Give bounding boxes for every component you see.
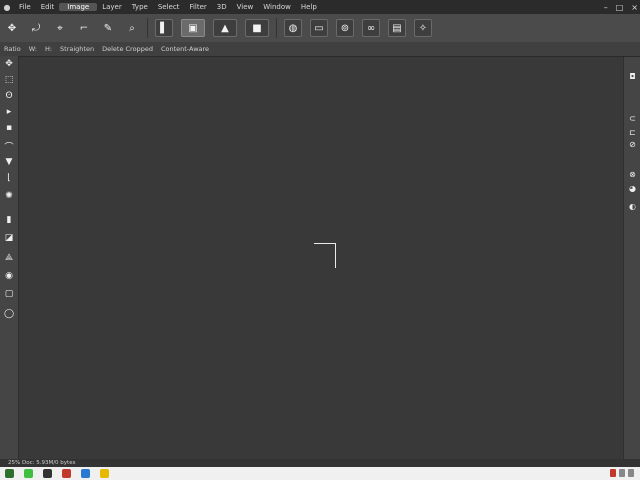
layers-icon[interactable]: ⊘: [626, 139, 639, 149]
system-tray: [610, 469, 634, 477]
adjustments-icon[interactable]: ⊏: [626, 127, 639, 137]
marquee-icon[interactable]: ⬚: [2, 74, 16, 86]
taskbar-app-icon[interactable]: [24, 469, 33, 478]
tool-options-bar: Ratio W: H: Straighten Delete Cropped Content…: [0, 42, 640, 57]
history-icon[interactable]: ▮: [2, 214, 16, 226]
align-icon[interactable]: ▌: [155, 19, 173, 37]
lasso-icon[interactable]: ʘ: [2, 90, 16, 102]
taskbar-app-icon[interactable]: [43, 469, 52, 478]
toolbar-separator: [147, 18, 148, 38]
tool-option-w[interactable]: W:: [25, 45, 41, 53]
menu-help[interactable]: Help: [296, 3, 322, 11]
menu-bar: ● File Edit Image Layer Type Select Filter 3D Vi…: [0, 0, 640, 14]
tool-option-delete-cropped[interactable]: Delete Cropped: [98, 45, 157, 53]
pen-icon[interactable]: ▢: [2, 288, 16, 300]
menu-image[interactable]: Image: [59, 3, 98, 11]
gradient-icon[interactable]: ⟁: [2, 252, 16, 264]
eraser-icon[interactable]: ◪: [2, 232, 16, 244]
tools-panel: ✥ ⬚ ʘ ▸ ▪ ⌒ ▼ ⌊ ✺ ▮ ◪ ⟁ ◉ ▢ ◯: [0, 56, 19, 459]
move-icon[interactable]: ✥: [2, 58, 16, 70]
warp-icon[interactable]: ⌐: [76, 20, 92, 36]
options-bar: ✥ ⤾ ⌖ ⌐ ✎ ⌕ ▌ ▣ ▲ ■ ◍ ▭ ⊚ ∞ ▤ ✧: [0, 14, 640, 43]
swatches-icon[interactable]: ⊂: [626, 113, 639, 123]
tray-icon[interactable]: [628, 469, 634, 477]
lock-icon[interactable]: ⊚: [336, 19, 354, 37]
maximize-button[interactable]: □: [616, 3, 624, 12]
mountain-icon[interactable]: ▲: [213, 19, 237, 37]
toolbar-separator: [276, 18, 277, 38]
puppet-icon[interactable]: ✎: [100, 20, 116, 36]
menu-window[interactable]: Window: [258, 3, 296, 11]
history-panel-icon[interactable]: ◐: [626, 201, 639, 211]
crop-icon[interactable]: ▪: [2, 122, 16, 134]
brush-icon[interactable]: ⌊: [2, 172, 16, 184]
taskbar-app-icon[interactable]: [62, 469, 71, 478]
tool-option-h[interactable]: H:: [41, 45, 56, 53]
shape-icon[interactable]: ◯: [2, 308, 16, 320]
tool-option-straighten[interactable]: Straighten: [56, 45, 98, 53]
panel-icon[interactable]: ▭: [310, 19, 328, 37]
taskbar-app-icon[interactable]: [100, 469, 109, 478]
status-bar: 25% Doc: 5.93M/0 bytes: [0, 459, 640, 467]
eyedropper-icon[interactable]: ⌒: [2, 140, 16, 153]
menu-items: File Edit Image Layer Type Select Filter 3D View…: [14, 3, 322, 11]
menu-filter[interactable]: Filter: [184, 3, 211, 11]
rect-dark-icon[interactable]: ■: [245, 19, 269, 37]
crop-cursor-horizontal: [314, 243, 335, 244]
tray-icon[interactable]: [610, 469, 616, 477]
quick-select-icon[interactable]: ▸: [2, 106, 16, 118]
rotate-icon[interactable]: ⤾: [28, 20, 44, 36]
frame-icon[interactable]: ▣: [181, 19, 205, 37]
screen-icon[interactable]: ▤: [388, 19, 406, 37]
taskbar-app-icon[interactable]: [5, 469, 14, 478]
os-taskbar: [0, 467, 640, 480]
menu-edit[interactable]: Edit: [36, 3, 60, 11]
link-icon[interactable]: ∞: [362, 19, 380, 37]
document-canvas[interactable]: [19, 57, 622, 459]
menu-view[interactable]: View: [232, 3, 259, 11]
healing-icon[interactable]: ▼: [2, 156, 16, 168]
crop-cursor-vertical: [335, 243, 336, 268]
transform-icon[interactable]: ⌖: [52, 20, 68, 36]
taskbar-app-icon[interactable]: [81, 469, 90, 478]
tray-icon[interactable]: [619, 469, 625, 477]
dodge-icon[interactable]: ◉: [2, 270, 16, 282]
menu-select[interactable]: Select: [153, 3, 185, 11]
paths-icon[interactable]: ◕: [626, 183, 639, 193]
status-text: 25% Doc: 5.93M/0 bytes: [8, 460, 76, 466]
app-logo-icon[interactable]: ●: [0, 0, 14, 14]
minimize-button[interactable]: –: [604, 3, 608, 12]
menu-3d[interactable]: 3D: [212, 3, 232, 11]
window-controls: – □ ×: [604, 0, 638, 14]
color-panel-icon[interactable]: ◘: [626, 71, 639, 81]
magic-icon[interactable]: ✧: [414, 19, 432, 37]
panel-dock: ◘ ⊂ ⊏ ⊘ ⊗ ◕ ◐: [623, 57, 640, 459]
menu-type[interactable]: Type: [127, 3, 153, 11]
menu-layer[interactable]: Layer: [97, 3, 127, 11]
tool-option-ratio[interactable]: Ratio: [0, 45, 25, 53]
move-tool-icon[interactable]: ✥: [4, 20, 20, 36]
tool-option-content-aware[interactable]: Content-Aware: [157, 45, 213, 53]
menu-file[interactable]: File: [14, 3, 36, 11]
globe-icon[interactable]: ◍: [284, 19, 302, 37]
channels-icon[interactable]: ⊗: [626, 169, 639, 179]
close-button[interactable]: ×: [631, 3, 638, 12]
zoom-icon[interactable]: ⌕: [124, 20, 140, 36]
stamp-icon[interactable]: ✺: [2, 190, 16, 202]
